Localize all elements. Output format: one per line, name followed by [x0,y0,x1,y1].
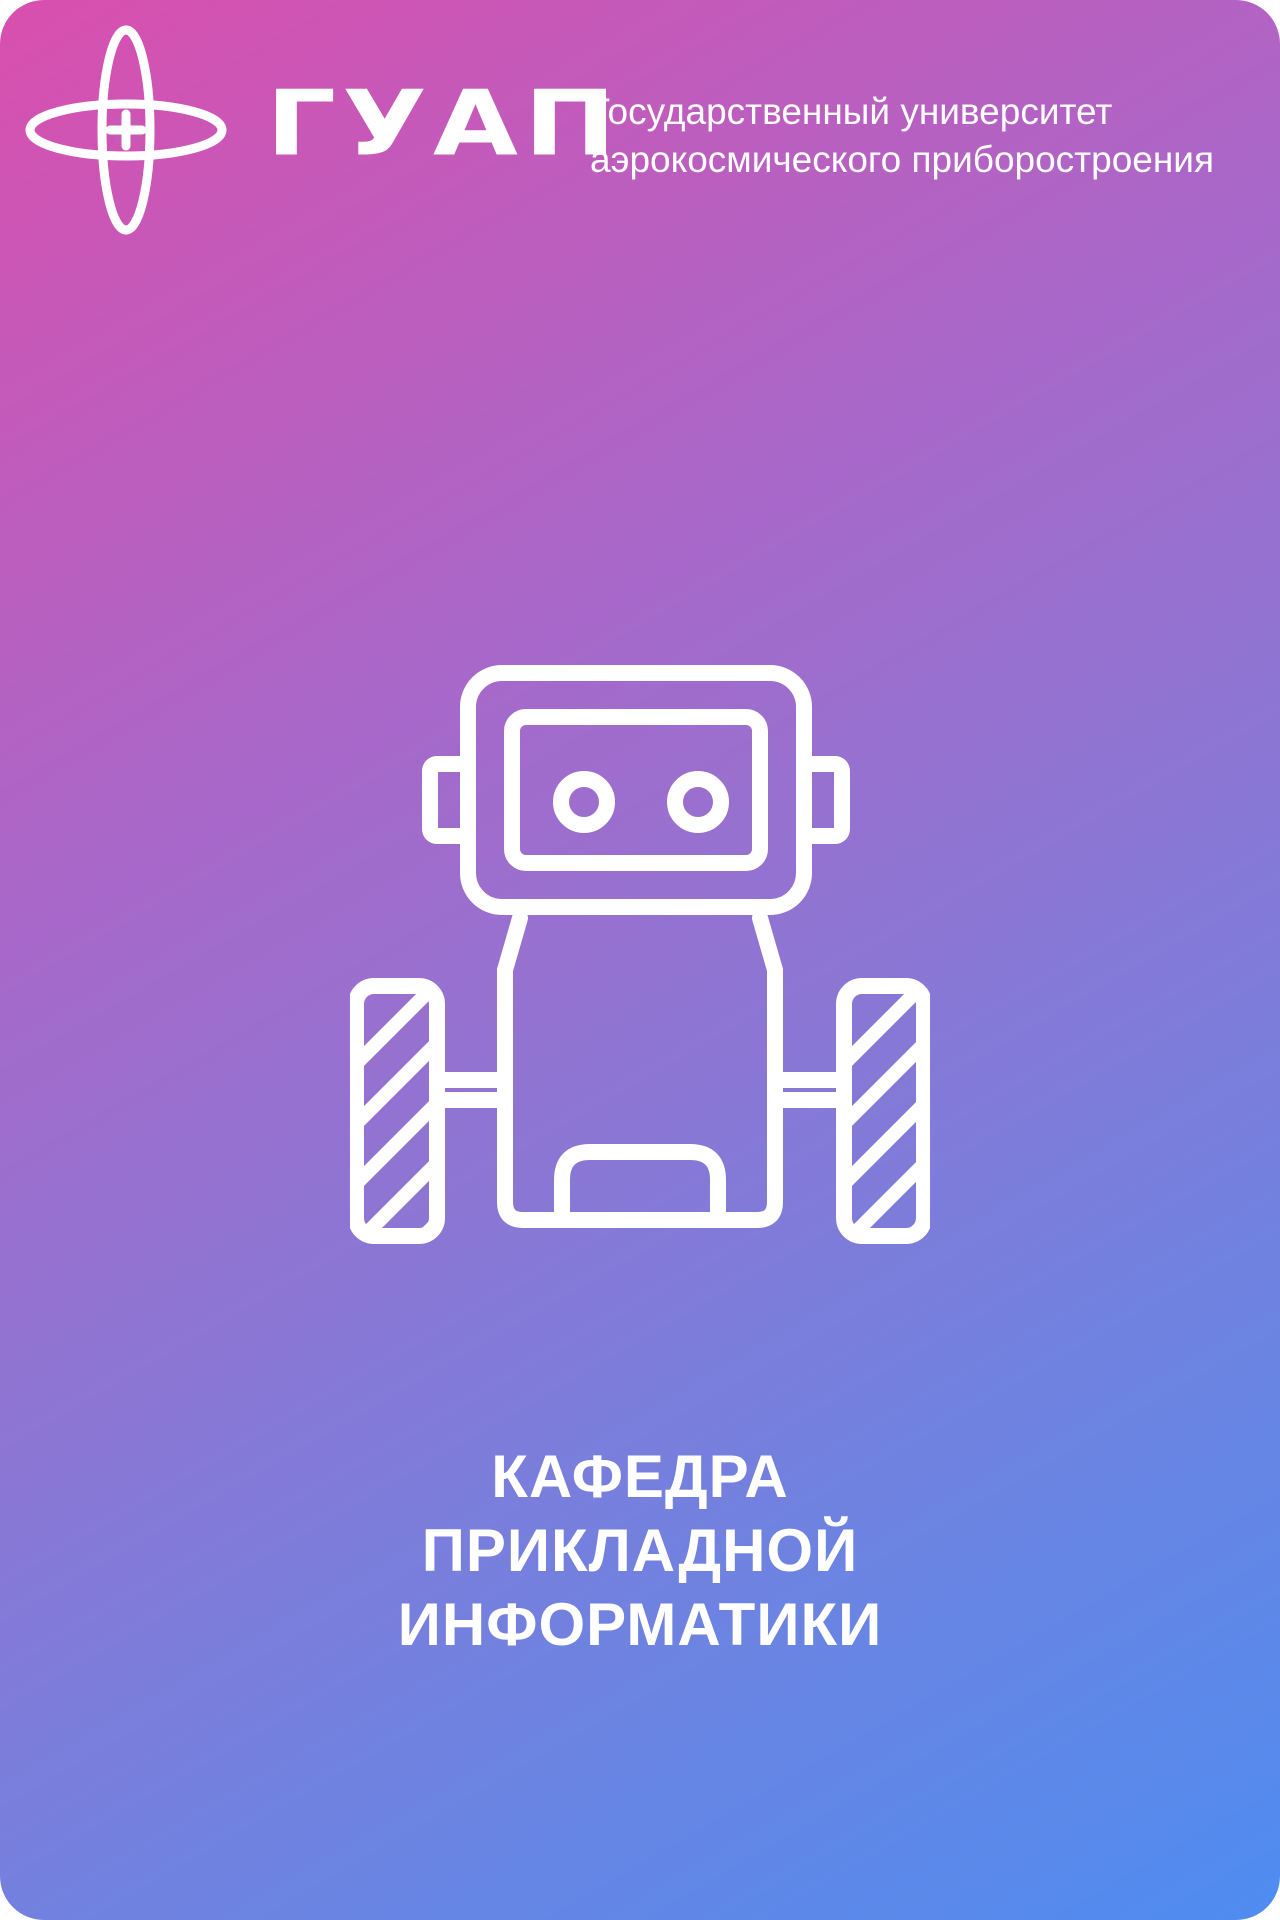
guap-logo-icon [25,25,227,235]
department-title-line-3: ИНФОРМАТИКИ [397,1591,883,1658]
department-title-line-2: ПРИКЛАДНОЙ [421,1517,859,1584]
university-name-line-2: аэрокосмического приборостроения [590,139,1214,180]
university-name: Государственный университет аэрокосмичес… [590,88,1214,184]
department-title-line-1: КАФЕДРА [491,1443,789,1510]
department-title: КАФЕДРА ПРИКЛАДНОЙ ИНФОРМАТИКИ [0,1440,1280,1662]
university-name-line-1: Государственный университет [590,91,1113,132]
robot-icon [350,665,930,1244]
guap-wordmark: ГУАП [266,70,623,176]
department-card: ГУАП Государственный университет аэрокос… [0,0,1280,1920]
